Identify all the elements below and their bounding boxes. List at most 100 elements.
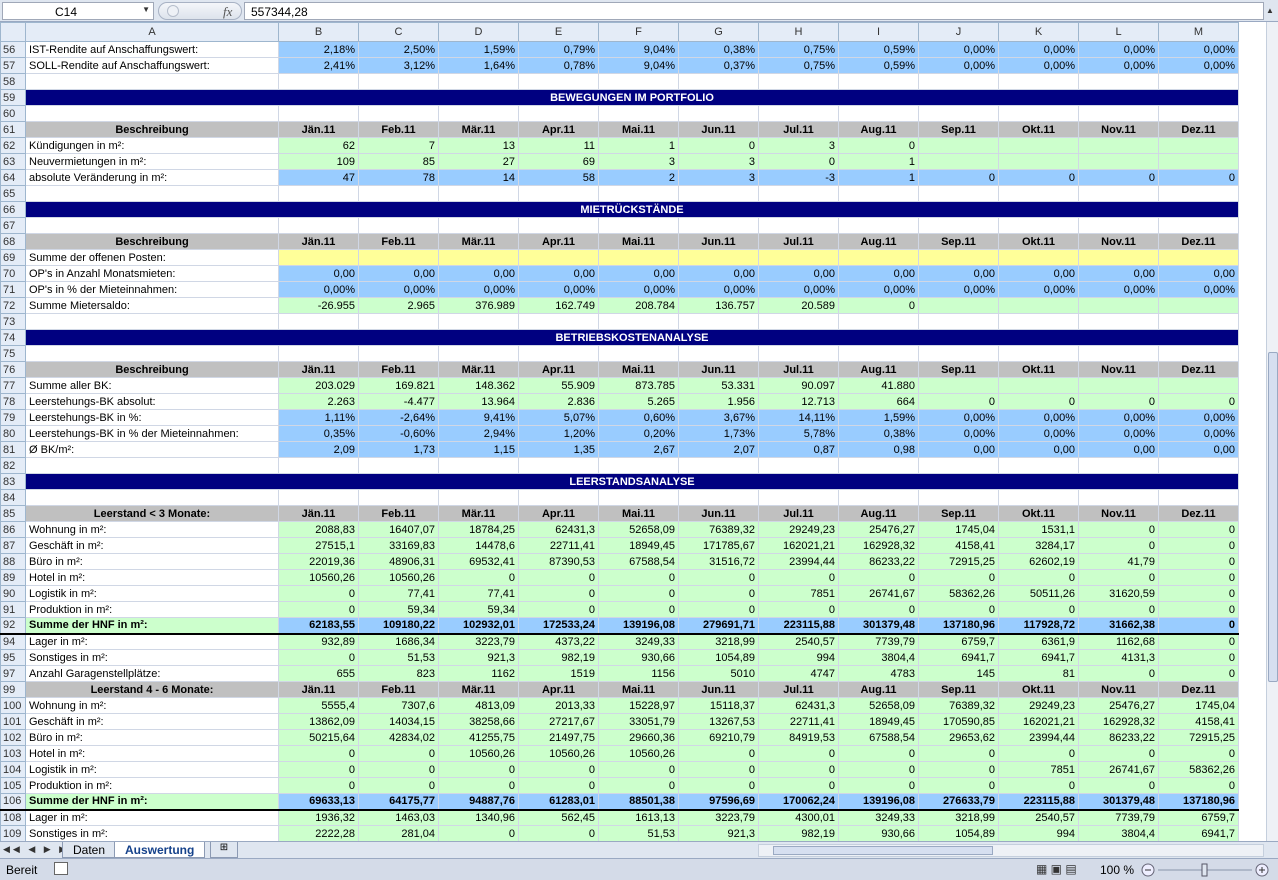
month-header[interactable]: Dez.11 bbox=[1158, 361, 1239, 378]
cell[interactable] bbox=[518, 185, 599, 202]
cell[interactable] bbox=[1078, 377, 1159, 394]
cell[interactable] bbox=[918, 345, 999, 362]
cell[interactable]: 0,00% bbox=[678, 281, 759, 298]
cell[interactable] bbox=[598, 345, 679, 362]
cell[interactable]: 10560,26 bbox=[438, 745, 519, 762]
month-header[interactable]: Nov.11 bbox=[1078, 121, 1159, 138]
cell[interactable]: 25476,27 bbox=[1078, 697, 1159, 714]
section-banner[interactable]: LEERSTANDSANALYSE bbox=[25, 473, 1239, 490]
cell[interactable]: 29660,36 bbox=[598, 729, 679, 746]
cell[interactable]: 0 bbox=[1078, 665, 1159, 682]
cell[interactable] bbox=[358, 73, 439, 90]
cell[interactable]: 42834,02 bbox=[358, 729, 439, 746]
cell[interactable]: 562,45 bbox=[518, 809, 599, 826]
cell[interactable]: -26.955 bbox=[278, 297, 359, 314]
cell[interactable]: 18784,25 bbox=[438, 521, 519, 538]
cell[interactable] bbox=[278, 249, 359, 266]
cell[interactable]: 22711,41 bbox=[758, 713, 839, 730]
cell[interactable]: 0 bbox=[1078, 777, 1159, 794]
cell[interactable]: 0,00% bbox=[1158, 41, 1239, 58]
cell[interactable]: 1 bbox=[598, 137, 679, 154]
cell[interactable]: 0 bbox=[278, 601, 359, 618]
month-header[interactable]: Mär.11 bbox=[438, 681, 519, 698]
cell[interactable]: 3 bbox=[678, 169, 759, 186]
cell[interactable]: 0 bbox=[758, 601, 839, 618]
cell[interactable] bbox=[278, 73, 359, 90]
cell[interactable]: 0 bbox=[598, 569, 679, 586]
cell[interactable]: 10560,26 bbox=[358, 569, 439, 586]
cell[interactable]: 0 bbox=[518, 585, 599, 602]
cell[interactable] bbox=[598, 217, 679, 234]
row-header[interactable]: 60 bbox=[0, 105, 26, 122]
cell[interactable]: 7851 bbox=[758, 585, 839, 602]
cell[interactable] bbox=[1158, 297, 1239, 314]
cell[interactable]: 2540,57 bbox=[758, 633, 839, 650]
cell[interactable] bbox=[358, 489, 439, 506]
cell[interactable]: 0 bbox=[1078, 521, 1159, 538]
cell[interactable]: 2,41% bbox=[278, 57, 359, 74]
cell[interactable]: 3218,99 bbox=[678, 633, 759, 650]
month-header[interactable]: Apr.11 bbox=[518, 361, 599, 378]
cell[interactable]: 41255,75 bbox=[438, 729, 519, 746]
cell[interactable]: 170062,24 bbox=[758, 793, 839, 811]
cell[interactable]: 0,00 bbox=[1078, 265, 1159, 282]
row-header[interactable]: 102 bbox=[0, 729, 26, 746]
cell[interactable] bbox=[1078, 313, 1159, 330]
cell[interactable] bbox=[838, 217, 919, 234]
select-all-corner[interactable] bbox=[0, 22, 26, 42]
row-label[interactable]: Wohnung in m²: bbox=[25, 697, 279, 714]
cell[interactable]: 0 bbox=[1158, 537, 1239, 554]
cell[interactable]: 22711,41 bbox=[518, 537, 599, 554]
cell[interactable]: 13.964 bbox=[438, 393, 519, 410]
cell[interactable]: 994 bbox=[998, 825, 1079, 841]
cell[interactable]: 0 bbox=[918, 761, 999, 778]
cell[interactable] bbox=[278, 185, 359, 202]
cell[interactable]: 0 bbox=[1158, 521, 1239, 538]
month-header[interactable]: Aug.11 bbox=[838, 681, 919, 698]
cell[interactable]: 14478,6 bbox=[438, 537, 519, 554]
cell[interactable]: 0,00% bbox=[998, 41, 1079, 58]
cell[interactable]: 77,41 bbox=[438, 585, 519, 602]
cell[interactable]: 55.909 bbox=[518, 377, 599, 394]
vertical-scroll-thumb[interactable] bbox=[1268, 352, 1278, 682]
cell[interactable]: 0 bbox=[678, 761, 759, 778]
cell[interactable]: 50511,26 bbox=[998, 585, 1079, 602]
macro-record-icon[interactable] bbox=[54, 862, 68, 875]
month-header[interactable]: Mär.11 bbox=[438, 233, 519, 250]
month-header[interactable]: Sep.11 bbox=[918, 505, 999, 522]
cell[interactable]: 0 bbox=[838, 569, 919, 586]
cell[interactable] bbox=[1078, 137, 1159, 154]
cell[interactable]: 3284,17 bbox=[998, 537, 1079, 554]
name-box[interactable]: C14 ▼ bbox=[2, 2, 154, 20]
month-header[interactable]: Jän.11 bbox=[278, 361, 359, 378]
cell[interactable]: 1613,13 bbox=[598, 809, 679, 826]
month-header[interactable]: Jun.11 bbox=[678, 361, 759, 378]
cell[interactable]: 64175,77 bbox=[358, 793, 439, 811]
cell[interactable]: 27515,1 bbox=[278, 537, 359, 554]
cell[interactable]: 0 bbox=[838, 297, 919, 314]
cell[interactable] bbox=[278, 457, 359, 474]
cell[interactable] bbox=[518, 105, 599, 122]
header-label[interactable]: Beschreibung bbox=[25, 233, 279, 250]
cell[interactable]: 1156 bbox=[598, 665, 679, 682]
cell[interactable]: 3249,33 bbox=[598, 633, 679, 650]
column-header[interactable]: L bbox=[1078, 22, 1159, 42]
cell[interactable]: 51,53 bbox=[358, 649, 439, 666]
row-header[interactable]: 72 bbox=[0, 297, 26, 314]
cell[interactable] bbox=[998, 249, 1079, 266]
cell[interactable]: 90.097 bbox=[758, 377, 839, 394]
cell[interactable]: 0 bbox=[1158, 745, 1239, 762]
cell[interactable] bbox=[1078, 489, 1159, 506]
cell[interactable]: 0,35% bbox=[278, 425, 359, 442]
cell[interactable]: 136.757 bbox=[678, 297, 759, 314]
cell[interactable]: 59,34 bbox=[438, 601, 519, 618]
cell[interactable] bbox=[838, 457, 919, 474]
cell[interactable]: 5,78% bbox=[758, 425, 839, 442]
month-header[interactable]: Feb.11 bbox=[358, 681, 439, 698]
cell[interactable]: 102932,01 bbox=[438, 617, 519, 635]
cell[interactable] bbox=[998, 73, 1079, 90]
header-label[interactable]: Beschreibung bbox=[25, 361, 279, 378]
cell[interactable]: 0,00 bbox=[918, 265, 999, 282]
cell[interactable]: 50215,64 bbox=[278, 729, 359, 746]
cell[interactable]: 162928,32 bbox=[838, 537, 919, 554]
